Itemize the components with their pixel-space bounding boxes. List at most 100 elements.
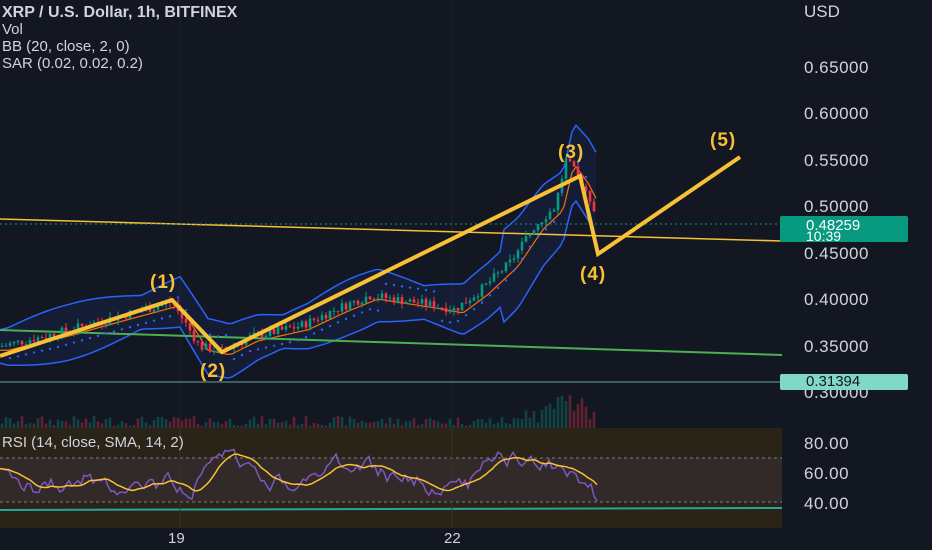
candle-body <box>332 310 336 312</box>
sar-dot <box>152 319 156 322</box>
candle-body <box>492 273 496 282</box>
candle-body <box>520 241 524 251</box>
candle-body <box>444 307 448 313</box>
volume-bar <box>164 419 168 428</box>
candle-body <box>304 321 308 328</box>
sar-dot <box>232 357 236 361</box>
candle-body <box>376 298 380 300</box>
rsi-tick: 80.00 <box>804 434 850 453</box>
candle-body <box>272 328 276 334</box>
volume-bar <box>564 401 568 428</box>
volume-bar <box>156 416 160 428</box>
sar-dot <box>352 314 356 317</box>
candle-body <box>400 297 404 304</box>
volume-bar <box>188 418 192 428</box>
candle-body <box>344 303 348 310</box>
volume-bar <box>252 416 256 428</box>
candle-body <box>292 327 296 329</box>
time-axis[interactable]: 19 22 <box>0 528 782 550</box>
sar-dot <box>216 335 220 338</box>
candle-body <box>396 297 400 303</box>
sar-dot <box>264 346 268 349</box>
sar-dot <box>88 336 92 340</box>
currency-label: USD <box>804 2 840 21</box>
volume-bar <box>348 416 352 428</box>
sar-dot <box>296 339 300 342</box>
price-axis[interactable]: USD 0.65000 0.60000 0.55000 0.50000 0.45… <box>782 0 932 428</box>
volume-bar <box>528 417 532 428</box>
bar-countdown: 10:39 <box>806 228 842 244</box>
volume-bar <box>208 418 212 428</box>
indicator-vol[interactable]: Vol <box>2 21 237 38</box>
volume-bar <box>520 418 524 428</box>
volume-bar <box>572 411 576 428</box>
volume-bar <box>380 418 384 428</box>
price-tick: 0.55000 <box>804 151 869 170</box>
sar-dot <box>8 356 12 360</box>
sar-dot <box>136 323 140 327</box>
sar-dot <box>128 325 132 329</box>
candle-body <box>188 322 192 331</box>
price-tick: 0.65000 <box>804 58 869 77</box>
sar-dot <box>208 333 212 336</box>
sar-dot <box>56 345 60 349</box>
volume-bar <box>172 416 176 428</box>
indicator-bb[interactable]: BB (20, close, 2, 0) <box>2 38 237 55</box>
sar-dot <box>112 330 116 333</box>
volume-bar <box>152 419 156 428</box>
candle-body <box>308 318 312 328</box>
volume-bar <box>524 410 528 428</box>
volume-bar <box>456 417 460 428</box>
rsi-legend[interactable]: RSI (14, close, SMA, 14, 2) <box>2 434 184 451</box>
volume-bar <box>552 408 556 428</box>
volume-bar <box>424 419 428 428</box>
candle-body <box>528 234 532 237</box>
wave-label-4: (4) <box>580 264 607 285</box>
horizontal-line-badge: 0.31394 <box>780 373 908 390</box>
candle-body <box>368 296 372 300</box>
volume-bar <box>580 397 584 428</box>
candle-body <box>64 327 68 332</box>
candle-body <box>464 302 468 304</box>
sar-dot <box>536 235 540 238</box>
volume-bar <box>84 418 88 428</box>
sar-dot <box>528 245 532 249</box>
candle-body <box>372 299 376 301</box>
volume-bar <box>36 418 40 428</box>
candle-body <box>408 299 412 302</box>
sar-dot <box>344 317 348 321</box>
candle-body <box>496 272 500 274</box>
sar-dot <box>360 311 364 314</box>
candle-body <box>468 300 472 304</box>
candle-body <box>428 301 432 306</box>
volume-bar <box>340 416 344 428</box>
candle-body <box>12 341 16 344</box>
indicator-sar[interactable]: SAR (0.02, 0.02, 0.2) <box>2 55 237 72</box>
sar-dot <box>160 317 164 320</box>
symbol-title[interactable]: XRP / U.S. Dollar, 1h, BITFINEX <box>2 4 237 21</box>
volume-bar <box>120 421 124 428</box>
resistance-trendline <box>0 218 783 242</box>
volume-bar <box>104 419 108 428</box>
volume-bar <box>4 417 8 428</box>
volume-bar <box>488 418 492 428</box>
volume-bar <box>448 418 452 428</box>
volume-bar <box>304 416 308 428</box>
sar-dot <box>408 286 412 289</box>
candle-body <box>380 293 384 299</box>
volume-bar <box>412 418 416 428</box>
price-tick: 0.35000 <box>804 337 869 356</box>
volume-bar <box>228 418 232 428</box>
volume-bar <box>548 403 552 428</box>
sar-dot <box>400 285 404 288</box>
rsi-axis[interactable]: 80.00 60.00 40.00 <box>782 428 932 528</box>
candle-body <box>480 284 484 297</box>
candle-body <box>532 230 536 235</box>
sar-dot <box>488 294 492 297</box>
sar-dot <box>416 287 420 291</box>
volume-bar <box>540 409 544 428</box>
volume-bar <box>40 416 44 428</box>
horizontal-line-price: 0.31394 <box>806 373 861 390</box>
volume-bar <box>588 419 592 428</box>
candle-body <box>184 318 188 323</box>
